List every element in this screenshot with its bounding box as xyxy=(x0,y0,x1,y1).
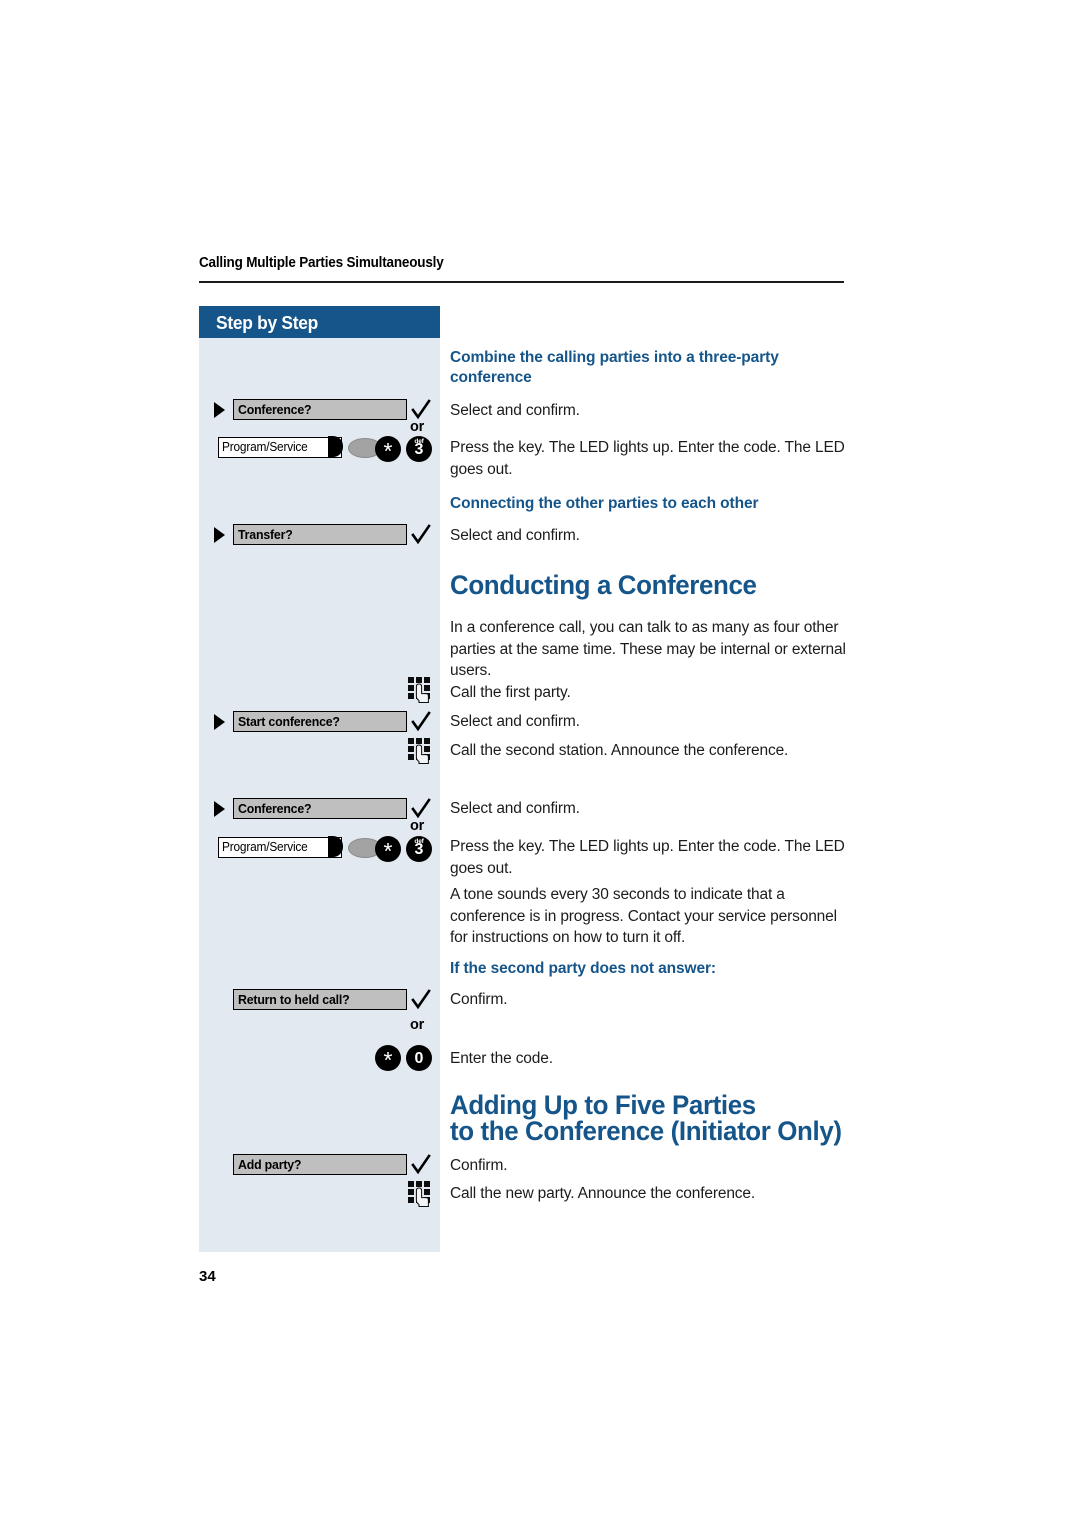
manual-page: Calling Multiple Parties Simultaneously … xyxy=(0,0,1080,1528)
or-label-2: or xyxy=(410,818,425,834)
dial-key-three-1[interactable]: def 3 xyxy=(406,436,432,462)
softkey-label-conference-1: Conference? xyxy=(238,402,312,417)
softkey-return-to-held-call[interactable]: Return to held call? xyxy=(233,989,407,1010)
dial-keypad-icon-2 xyxy=(407,737,433,765)
text-select-and-confirm-3: Select and confirm. xyxy=(450,713,580,730)
navigator-icon-conference-1 xyxy=(214,402,225,418)
navigator-icon-transfer xyxy=(214,527,225,543)
dial-key-digit-1: 3 xyxy=(414,441,424,458)
function-key-tab-icon-2 xyxy=(327,836,343,858)
dial-key-star-glyph-2: * xyxy=(383,837,393,864)
dial-keys-star-zero[interactable]: * 0 xyxy=(375,1045,432,1071)
softkey-start-conference[interactable]: Start conference? xyxy=(233,711,407,732)
heading-connecting-parties: Connecting the other parties to each oth… xyxy=(450,495,759,512)
softkey-add-party[interactable]: Add party? xyxy=(233,1154,407,1175)
heading-conducting-a-conference: Conducting a Conference xyxy=(450,570,757,600)
function-key-program-service-1[interactable]: Program/Service xyxy=(218,436,382,458)
text-press-the-key-1: Press the key. The LED lights up. Enter … xyxy=(450,439,845,478)
text-enter-the-code: Enter the code. xyxy=(450,1050,553,1067)
dial-keys-1[interactable]: * def 3 xyxy=(375,436,432,462)
dial-key-digit-zero: 0 xyxy=(414,1050,424,1067)
function-key-program-service-2[interactable]: Program/Service xyxy=(218,836,382,858)
softkey-conference-2[interactable]: Conference? xyxy=(233,798,407,819)
dial-key-star-glyph-1: * xyxy=(383,437,393,464)
running-header: Calling Multiple Parties Simultaneously xyxy=(199,255,444,271)
text-select-and-confirm-2: Select and confirm. xyxy=(450,527,580,544)
dial-key-star-3[interactable]: * xyxy=(375,1045,401,1071)
text-confirm-1: Confirm. xyxy=(450,991,508,1008)
text-press-the-key-2: Press the key. The LED lights up. Enter … xyxy=(450,838,845,877)
text-confirm-2: Confirm. xyxy=(450,1157,508,1174)
dial-keypad-icon-3 xyxy=(407,1180,433,1208)
softkey-label-start-conference: Start conference? xyxy=(238,714,340,729)
confirm-check-icon-start-conference xyxy=(411,711,431,733)
dial-key-star-2[interactable]: * xyxy=(375,836,401,862)
softkey-conference-1[interactable]: Conference? xyxy=(233,399,407,420)
heading-adding-parties-line-2: to the Conference (Initiator Only) xyxy=(450,1116,842,1146)
softkey-label-add-party: Add party? xyxy=(238,1157,302,1172)
dial-key-star-1[interactable]: * xyxy=(375,436,401,462)
dial-key-star-glyph-3: * xyxy=(383,1046,393,1073)
function-key-tab-icon-1 xyxy=(327,436,343,458)
function-key-label-box-1: Program/Service xyxy=(218,436,343,458)
confirm-check-icon-transfer xyxy=(411,524,431,546)
confirm-check-icon-conference-2 xyxy=(411,798,431,820)
sidebar-title: Step by Step xyxy=(216,312,318,333)
or-label-1: or xyxy=(410,419,425,435)
text-call-new-party: Call the new party. Announce the confere… xyxy=(450,1185,756,1202)
function-key-label-box-2: Program/Service xyxy=(218,836,343,858)
dial-key-three-2[interactable]: def 3 xyxy=(406,836,432,862)
text-select-and-confirm-1: Select and confirm. xyxy=(450,402,580,419)
text-select-and-confirm-4: Select and confirm. xyxy=(450,800,580,817)
softkey-label-return-to-held-call: Return to held call? xyxy=(238,992,350,1007)
or-label-3: or xyxy=(410,1017,425,1033)
softkey-label-conference-2: Conference? xyxy=(238,801,312,816)
function-key-label-1: Program/Service xyxy=(222,440,308,455)
text-tone-every-30-seconds: A tone sounds every 30 seconds to indica… xyxy=(450,886,837,946)
confirm-check-icon-add-party xyxy=(411,1154,431,1176)
softkey-label-transfer: Transfer? xyxy=(238,527,293,542)
text-call-first-party: Call the first party. xyxy=(450,684,571,701)
dial-key-zero[interactable]: 0 xyxy=(406,1045,432,1071)
dial-keys-2[interactable]: * def 3 xyxy=(375,836,432,862)
confirm-check-icon-return-to-held-call xyxy=(411,989,431,1011)
softkey-transfer[interactable]: Transfer? xyxy=(233,524,407,545)
page-number: 34 xyxy=(199,1268,216,1285)
function-key-label-2: Program/Service xyxy=(222,840,308,855)
heading-second-party-no-answer: If the second party does not answer: xyxy=(450,960,716,977)
text-call-second-station: Call the second station. Announce the co… xyxy=(450,742,789,759)
heading-combine-parties: Combine the calling parties into a three… xyxy=(450,349,779,386)
header-rule xyxy=(199,281,844,283)
dial-keypad-icon-1 xyxy=(407,676,433,704)
text-conference-intro: In a conference call, you can talk to as… xyxy=(450,619,846,679)
confirm-check-icon-conference-1 xyxy=(411,399,431,421)
navigator-icon-start-conference xyxy=(214,714,225,730)
dial-key-digit-2: 3 xyxy=(414,841,424,858)
navigator-icon-conference-2 xyxy=(214,801,225,817)
